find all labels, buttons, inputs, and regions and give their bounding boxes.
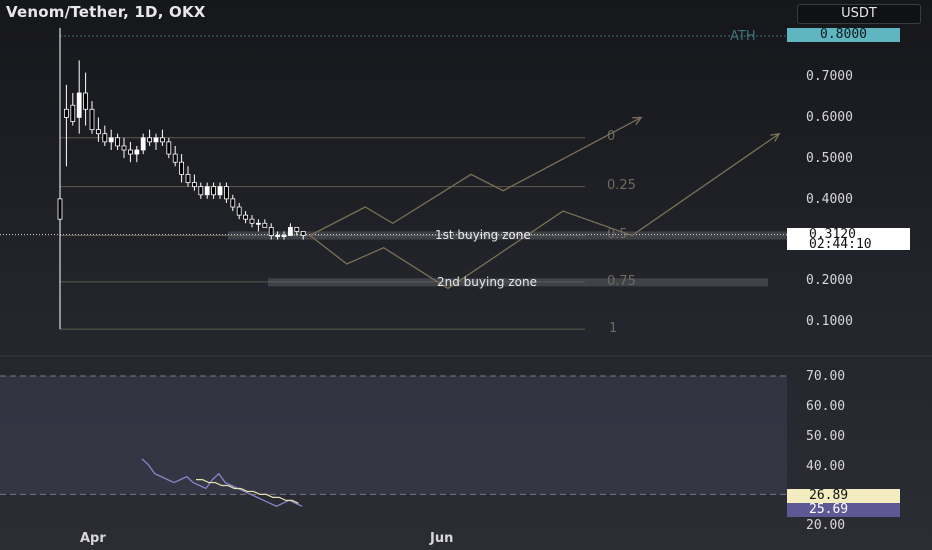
price-tick-0.2000: 0.2000 (806, 273, 853, 288)
fib-label-1: 1 (609, 321, 618, 336)
candle-body (179, 161, 185, 175)
currency-button[interactable]: USDT (797, 4, 921, 24)
candle-body (204, 186, 210, 196)
candle-body (121, 145, 127, 151)
current-price-tag: 0.3120 02:44:10 (787, 228, 910, 252)
candle-body (281, 235, 287, 237)
candle-body (153, 137, 159, 143)
candle-body (275, 235, 281, 237)
candle-body (76, 92, 82, 118)
candle-body (262, 222, 268, 228)
price-tick-0.7000: 0.7000 (806, 69, 853, 84)
candle-body (255, 222, 261, 225)
rsi-tick-60: 60.00 (806, 399, 846, 414)
candle-body (159, 137, 165, 143)
candle-body (223, 186, 229, 200)
rsi-tick-20: 20.00 (806, 518, 846, 533)
candle-body (127, 149, 133, 155)
candle-body (57, 198, 63, 220)
candle-body (230, 198, 236, 208)
price-tick-0.4000: 0.4000 (806, 192, 853, 207)
fib-label-0.25: 0.25 (607, 178, 636, 193)
candle-body (191, 182, 197, 188)
candle-body (243, 214, 249, 220)
projection-path-1 (309, 116, 642, 237)
fib-label-0: 0 (607, 129, 616, 144)
rsi-ma-value-tag: 26.89 (787, 489, 900, 503)
ath-label: ATH (730, 29, 756, 44)
price-tick-0.6000: 0.6000 (806, 110, 853, 125)
rsi-tick-50: 50.00 (806, 429, 846, 444)
candle-body (147, 137, 153, 143)
candle-body (115, 137, 120, 147)
candle-body (217, 186, 223, 196)
candle-body (249, 218, 255, 224)
chart-window: Venom/Tether, 1D, OKX USDT ATH 0.8000 0.… (0, 0, 932, 550)
price-tick-0.5000: 0.5000 (806, 151, 853, 166)
candle-body (211, 186, 217, 196)
rsi-tick-70: 70.00 (806, 369, 846, 384)
candle-body (108, 137, 114, 143)
candle-body (166, 141, 172, 155)
projection-path-2 (309, 133, 780, 290)
countdown-timer: 02:44:10 (809, 237, 872, 252)
ath-price-tag: 0.8000 (787, 28, 900, 42)
candle-body (198, 186, 204, 196)
candle-body (64, 108, 69, 118)
projection-arrowhead-2 (770, 132, 781, 142)
fib-label-0.75: 0.75 (607, 274, 636, 289)
candle-body (236, 206, 242, 216)
candle-body (294, 226, 300, 232)
candle-body (300, 231, 306, 236)
fib-label-0.5: 0.5 (607, 227, 628, 242)
time-label-jun: Jun (430, 531, 454, 546)
candle-body (83, 92, 88, 110)
first-buying-zone-label: 1st buying zone (435, 228, 531, 242)
rsi-band (0, 376, 787, 495)
candle-body (89, 108, 95, 131)
candle-body (287, 226, 293, 236)
time-label-apr: Apr (80, 531, 106, 546)
candle-body (185, 174, 191, 183)
second-buying-zone-label: 2nd buying zone (437, 275, 537, 289)
candle-body (70, 104, 76, 122)
candle-body (96, 129, 101, 135)
price-tick-0.1000: 0.1000 (806, 314, 853, 329)
candle-body (172, 153, 178, 163)
chart-title: Venom/Tether, 1D, OKX (6, 3, 206, 21)
rsi-value-tag: 25.69 (787, 503, 900, 517)
candle-body (102, 133, 108, 143)
candle-body (134, 149, 140, 155)
candle-body (140, 137, 146, 151)
rsi-tick-40: 40.00 (806, 459, 846, 474)
candle-body (268, 226, 274, 236)
